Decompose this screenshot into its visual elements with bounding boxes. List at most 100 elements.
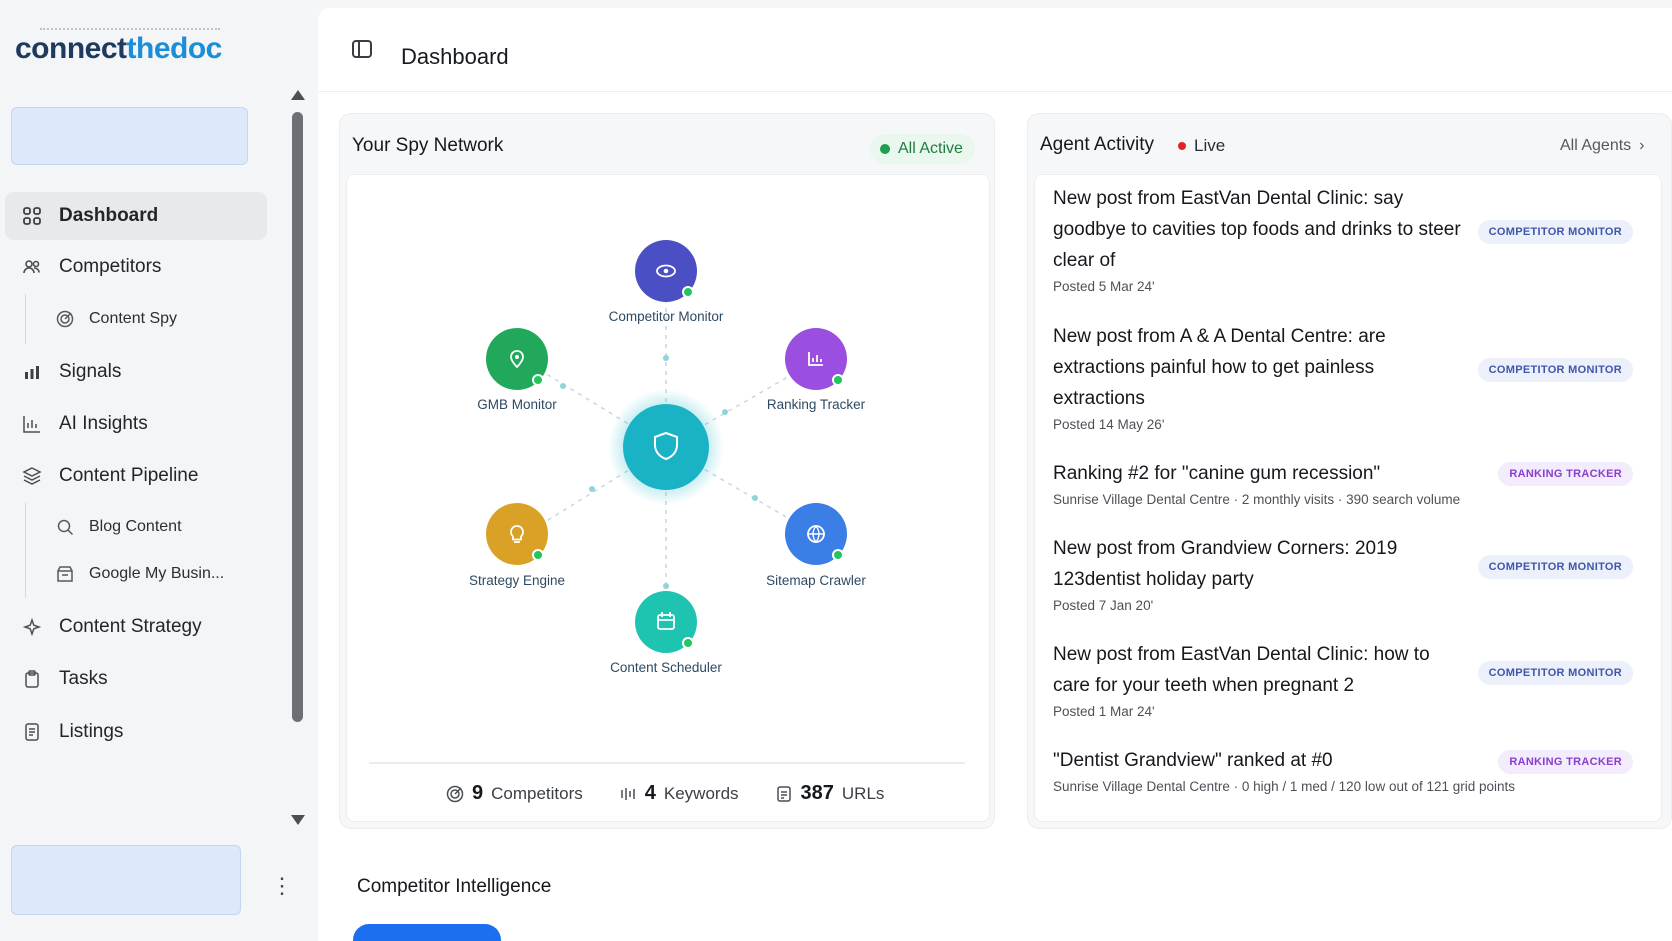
activity-item[interactable]: New post from EastVan Dental Clinic: how… xyxy=(1053,639,1463,719)
activity-item[interactable]: Ranking #2 for "canine gum recession" Su… xyxy=(1053,458,1463,507)
activity-headline: New post from EastVan Dental Clinic: how… xyxy=(1053,644,1430,696)
activity-meta: Sunrise Village Dental Centre · 2 monthl… xyxy=(1053,492,1461,507)
logo[interactable]: connectthedoc xyxy=(15,32,222,66)
chart-icon xyxy=(21,413,43,435)
sidebar-item-ai-insights[interactable]: AI Insights xyxy=(5,400,267,448)
network-diagram-panel xyxy=(346,174,990,822)
sidebar-item-dashboard[interactable]: Dashboard xyxy=(5,192,267,240)
scroll-down-arrow[interactable] xyxy=(291,815,305,825)
activity-list: New post from EastVan Dental Clinic: say… xyxy=(1034,174,1662,822)
activity-item[interactable]: "Dentist Grandview" ranked at #0 Sunrise… xyxy=(1053,745,1533,794)
scroll-up-arrow[interactable] xyxy=(291,90,305,100)
activity-item[interactable]: New post from EastVan Dental Clinic: say… xyxy=(1053,183,1463,294)
stat-urls: 387 URLs xyxy=(775,782,885,805)
users-icon xyxy=(21,256,43,278)
signal-icon xyxy=(621,787,635,800)
scroll-thumb[interactable] xyxy=(292,112,303,722)
competitor-intelligence-title: Competitor Intelligence xyxy=(357,876,552,897)
sidebar-item-label: Content Strategy xyxy=(59,616,202,637)
competitor-intelligence-tab[interactable] xyxy=(353,924,501,941)
activity-meta: Posted 7 Jan 20' xyxy=(1053,598,1154,613)
sidebar-item-content-pipeline[interactable]: Content Pipeline xyxy=(5,452,267,500)
network-stats: 9 Competitors 4 Keywords 387 URLs xyxy=(446,782,884,805)
search-icon xyxy=(55,517,75,537)
node-label-strategy-engine: Strategy Engine xyxy=(468,573,566,588)
sidebar-item-label: Content Spy xyxy=(89,310,178,327)
page-title: Dashboard xyxy=(401,44,509,69)
store-icon xyxy=(55,564,75,584)
agent-tag: RANKING TRACKER xyxy=(1498,750,1633,774)
layers-icon xyxy=(21,465,43,487)
toggle-sidebar-icon[interactable] xyxy=(352,40,372,58)
sidebar-item-signals[interactable]: Signals xyxy=(5,348,267,396)
sidebar-item-tasks[interactable]: Tasks xyxy=(5,655,267,703)
sidebar-item-label: Blog Content xyxy=(89,518,182,535)
bar-chart-icon xyxy=(21,361,43,383)
sparkle-icon xyxy=(21,616,43,638)
sidebar-item-content-strategy[interactable]: Content Strategy xyxy=(5,603,267,651)
spy-network-title: Your Spy Network xyxy=(352,135,504,156)
tree-line xyxy=(25,294,26,344)
stat-value: 9 xyxy=(472,782,484,804)
node-label-ranking-tracker: Ranking Tracker xyxy=(766,397,866,412)
stat-label: Competitors xyxy=(491,783,583,803)
activity-meta: Posted 5 Mar 24' xyxy=(1053,279,1155,294)
stat-label: URLs xyxy=(841,783,885,803)
target-icon xyxy=(55,309,75,329)
tree-line xyxy=(25,503,26,598)
activity-meta: Sunrise Village Dental Centre · 0 high /… xyxy=(1053,779,1516,794)
node-label-content-scheduler: Content Scheduler xyxy=(610,660,722,675)
document-icon xyxy=(776,785,791,802)
sidebar-item-label: Tasks xyxy=(59,668,108,689)
activity-headline: New post from A & A Dental Centre: are e… xyxy=(1053,326,1386,409)
sidebar-item-label: Competitors xyxy=(59,256,162,277)
user-profile-box[interactable] xyxy=(11,845,241,915)
activity-item[interactable]: New post from Grandview Corners: 2019 12… xyxy=(1053,533,1463,613)
target-icon xyxy=(446,785,464,802)
chevron-right-icon: › xyxy=(1639,137,1645,154)
more-options-icon[interactable]: ⋮ xyxy=(271,875,293,897)
agent-tag: RANKING TRACKER xyxy=(1498,462,1633,486)
sidebar-item-label: Content Pipeline xyxy=(59,465,199,486)
activity-item[interactable]: New post from A & A Dental Centre: are e… xyxy=(1053,321,1463,432)
sidebar-item-label: Dashboard xyxy=(59,205,159,226)
node-label-sitemap-crawler: Sitemap Crawler xyxy=(766,573,866,588)
sidebar-item-listings[interactable]: Listings xyxy=(5,708,267,756)
sidebar-item-content-spy[interactable]: Content Spy xyxy=(50,299,270,339)
stat-competitors: 9 Competitors xyxy=(446,782,583,805)
activity-headline: New post from EastVan Dental Clinic: say… xyxy=(1053,188,1461,271)
live-dot xyxy=(1178,142,1186,150)
sidebar-item-label: AI Insights xyxy=(59,413,148,434)
status-dot xyxy=(880,144,890,154)
stat-value: 4 xyxy=(644,782,656,804)
workspace-selector[interactable] xyxy=(11,107,248,165)
sidebar-item-blog-content[interactable]: Blog Content xyxy=(50,507,270,547)
top-bar: Dashboard xyxy=(318,8,1672,92)
agent-tag: COMPETITOR MONITOR xyxy=(1477,358,1633,382)
all-agents-link[interactable]: All Agents › xyxy=(1560,137,1644,155)
agent-tag: COMPETITOR MONITOR xyxy=(1477,661,1633,685)
sidebar-item-label: Google My Busin... xyxy=(89,565,225,582)
stat-value: 387 xyxy=(800,782,834,804)
activity-meta: Posted 14 May 26' xyxy=(1053,417,1165,432)
clipboard-icon xyxy=(21,668,43,690)
sidebar-item-label: Signals xyxy=(59,361,122,382)
sidebar-item-google-my-business[interactable]: Google My Busin... xyxy=(50,554,270,594)
activity-headline: New post from Grandview Corners: 2019 12… xyxy=(1053,538,1398,590)
sidebar-item-label: Listings xyxy=(59,721,124,742)
agent-tag: COMPETITOR MONITOR xyxy=(1477,220,1633,244)
all-agents-label: All Agents xyxy=(1560,137,1632,154)
sidebar-scrollbar[interactable] xyxy=(291,90,305,825)
activity-headline: "Dentist Grandview" ranked at #0 xyxy=(1053,750,1333,771)
sidebar-item-competitors[interactable]: Competitors xyxy=(5,243,267,291)
stat-keywords: 4 Keywords xyxy=(619,782,739,805)
live-label: Live xyxy=(1194,136,1226,155)
sidebar: connectthedoc Dashboard Competitors Cont… xyxy=(0,0,305,941)
node-label-gmb-monitor: GMB Monitor xyxy=(477,397,557,412)
node-label-competitor-monitor: Competitor Monitor xyxy=(608,309,724,324)
status-badge: All Active xyxy=(870,134,975,164)
agent-tag: COMPETITOR MONITOR xyxy=(1477,555,1633,579)
live-indicator: Live xyxy=(1178,136,1225,156)
stat-label: Keywords xyxy=(663,783,739,803)
agent-activity-title: Agent Activity xyxy=(1040,134,1155,155)
